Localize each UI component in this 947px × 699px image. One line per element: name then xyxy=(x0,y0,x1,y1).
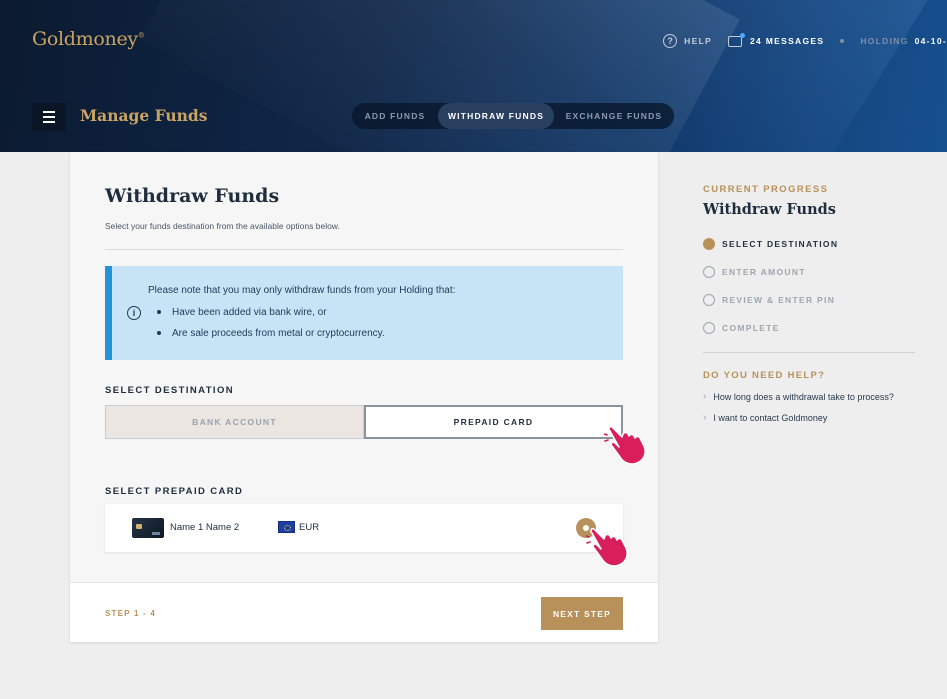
eu-flag-icon xyxy=(278,521,295,533)
select-prepaid-card-label: SELECT PREPAID CARD xyxy=(105,486,244,497)
step-footer: STEP 1 - 4 NEXT STEP xyxy=(70,582,658,642)
divider xyxy=(105,249,623,250)
help-links: › How long does a withdrawal take to proc… xyxy=(703,391,923,423)
help-icon: ? xyxy=(663,34,678,48)
logo-text: Goldmoney xyxy=(32,28,138,50)
step-label: ENTER AMOUNT xyxy=(722,267,806,277)
progress-step-select-destination: SELECT DESTINATION xyxy=(703,230,923,258)
step-indicator: STEP 1 - 4 xyxy=(105,609,156,618)
top-navigation: ? HELP 24 MESSAGES HOLDING 04-10- xyxy=(647,32,947,48)
prepaid-card-option[interactable]: PREPAID CARD xyxy=(364,405,623,439)
notice-bullet-text: Have been added via bank wire, or xyxy=(172,307,327,318)
holding-number: 04-10- xyxy=(914,36,947,46)
withdraw-card: Withdraw Funds Select your funds destina… xyxy=(70,152,658,642)
help-link-text: I want to contact Goldmoney xyxy=(713,412,828,423)
step-label: SELECT DESTINATION xyxy=(722,239,839,249)
card-holder-name: Name 1 Name 2 xyxy=(170,522,240,533)
step-empty-circle-icon xyxy=(703,322,715,334)
step-filled-circle-icon xyxy=(703,238,715,250)
destination-selector: BANK ACCOUNT PREPAID CARD xyxy=(105,405,623,439)
goldmoney-logo[interactable]: Goldmoney® xyxy=(32,28,145,50)
app-header: Goldmoney® ? HELP 24 MESSAGES HOLDING 04… xyxy=(0,0,947,152)
hand-pointer-icon xyxy=(586,528,628,567)
notice-bullet: Are sale proceeds from metal or cryptocu… xyxy=(157,328,385,339)
progress-step-complete: COMPLETE xyxy=(703,314,923,342)
select-destination-label: SELECT DESTINATION xyxy=(105,385,234,396)
tab-add-funds[interactable]: ADD FUNDS xyxy=(352,103,438,129)
chevron-right-icon: › xyxy=(703,412,707,423)
tab-withdraw-funds[interactable]: WITHDRAW FUNDS xyxy=(438,103,554,129)
hand-pointer-icon xyxy=(604,426,646,465)
bank-account-option[interactable]: BANK ACCOUNT xyxy=(105,405,364,439)
hamburger-menu-button[interactable] xyxy=(32,103,66,131)
section-title: Manage Funds xyxy=(80,106,208,125)
notice-bullet: Have been added via bank wire, or xyxy=(157,307,327,318)
next-step-button[interactable]: NEXT STEP xyxy=(541,597,623,630)
page-title: Withdraw Funds xyxy=(105,185,280,207)
holding-label: HOLDING xyxy=(860,36,909,46)
hamburger-icon-bar xyxy=(43,116,55,118)
info-icon: i xyxy=(127,306,141,320)
help-link-text: How long does a withdrawal take to proce… xyxy=(713,391,894,402)
page-subtitle: Select your funds destination from the a… xyxy=(105,221,340,231)
help-link-withdrawal-time[interactable]: › How long does a withdrawal take to proc… xyxy=(703,391,923,402)
progress-step-enter-amount: ENTER AMOUNT xyxy=(703,258,923,286)
credit-card-icon xyxy=(132,518,164,538)
step-label: COMPLETE xyxy=(722,323,780,333)
help-heading: DO YOU NEED HELP? xyxy=(703,370,826,381)
messages-label: 24 MESSAGES xyxy=(750,36,825,46)
progress-title: Withdraw Funds xyxy=(703,201,836,218)
bullet-icon xyxy=(157,310,161,315)
current-progress-label: CURRENT PROGRESS xyxy=(703,184,829,195)
divider xyxy=(703,352,915,353)
messages-link[interactable]: 24 MESSAGES xyxy=(728,32,825,47)
notice-bullet-text: Are sale proceeds from metal or cryptocu… xyxy=(172,328,385,339)
help-label: HELP xyxy=(684,36,713,46)
hamburger-icon-bar xyxy=(43,111,55,113)
step-empty-circle-icon xyxy=(703,294,715,306)
step-empty-circle-icon xyxy=(703,266,715,278)
progress-steps: SELECT DESTINATION ENTER AMOUNT REVIEW &… xyxy=(703,230,923,342)
chevron-right-icon: › xyxy=(703,391,707,402)
separator-dot xyxy=(840,39,845,43)
tab-exchange-funds[interactable]: EXCHANGE FUNDS xyxy=(554,103,674,129)
progress-step-review-pin: REVIEW & ENTER PIN xyxy=(703,286,923,314)
help-link[interactable]: ? HELP xyxy=(663,34,712,48)
step-label: REVIEW & ENTER PIN xyxy=(722,295,836,305)
bullet-icon xyxy=(157,331,161,336)
withdraw-notice: i Please note that you may only withdraw… xyxy=(105,266,623,360)
notice-intro: Please note that you may only withdraw f… xyxy=(148,285,456,296)
logo-registered-mark: ® xyxy=(137,31,145,40)
prepaid-card-row[interactable]: Name 1 Name 2 EUR xyxy=(105,504,623,552)
help-link-contact[interactable]: › I want to contact Goldmoney xyxy=(703,412,923,423)
card-currency: EUR xyxy=(299,522,320,533)
hamburger-icon-bar xyxy=(43,121,55,123)
messages-icon xyxy=(728,32,746,47)
holding-selector[interactable]: HOLDING 04-10- xyxy=(860,36,947,46)
progress-panel: CURRENT PROGRESS Withdraw Funds SELECT D… xyxy=(703,184,923,423)
funds-tabs: ADD FUNDS WITHDRAW FUNDS EXCHANGE FUNDS xyxy=(352,103,674,129)
